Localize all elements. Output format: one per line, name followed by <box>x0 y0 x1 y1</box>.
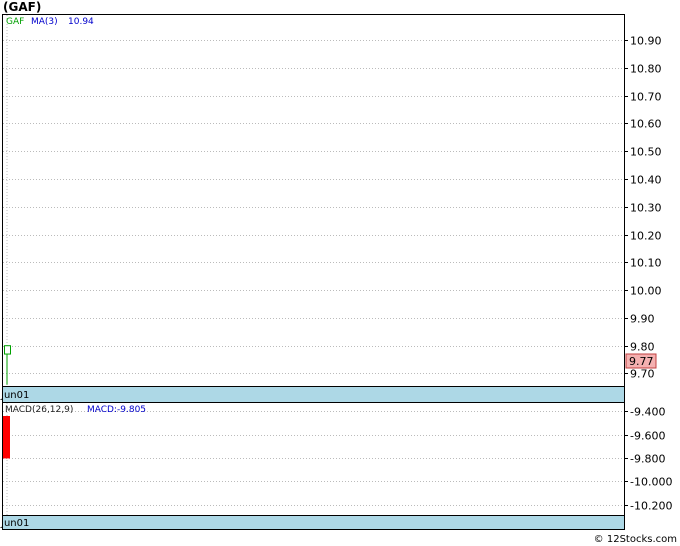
macd-tick-label: -9.600 <box>630 430 665 443</box>
price-tick-label: 10.20 <box>630 230 662 243</box>
price-tick-label: 10.10 <box>630 257 662 270</box>
price-panel <box>2 14 625 403</box>
price-tick-label: 10.80 <box>630 63 662 76</box>
macd-tick-label: -9.800 <box>630 453 665 466</box>
price-tick-label: 9.80 <box>630 341 655 354</box>
macd-value-label: MACD:-9.805 <box>87 405 146 415</box>
price-tick-label: 9.70 <box>630 368 655 381</box>
last-price-value: 9.77 <box>629 355 654 368</box>
price-tick-label: 10.40 <box>630 174 662 187</box>
price-date-label: Jun01 <box>0 390 29 401</box>
price-tick-label: 10.50 <box>630 146 662 159</box>
stock-chart: (GAF) 10.90 10.80 10.70 10.60 10.50 10.40 10.3… <box>0 0 677 545</box>
price-tick-label: 9.90 <box>630 313 655 326</box>
macd-label: MACD(26,12,9) <box>5 405 73 415</box>
macd-date-label: Jun01 <box>0 518 29 529</box>
watermark: © 12Stocks.com <box>594 534 677 545</box>
last-price-tag: 9.77 <box>625 353 657 369</box>
price-candle-body <box>4 345 11 355</box>
macd-tick-label: -10.200 <box>630 500 672 513</box>
macd-bar <box>3 416 10 459</box>
price-date-strip <box>2 386 625 403</box>
ma-label: MA(3) <box>31 17 58 27</box>
price-axis: 10.90 10.80 10.70 10.60 10.50 10.40 10.30 10.20… <box>624 35 662 381</box>
ticker-label: GAF <box>6 17 24 27</box>
macd-date-strip <box>2 515 625 530</box>
price-tick-label: 10.60 <box>630 118 662 131</box>
price-tick-label: 10.70 <box>630 91 662 104</box>
macd-tick-label: -9.400 <box>630 406 665 419</box>
price-tick-label: 10.00 <box>630 285 662 298</box>
macd-tick-label: -10.000 <box>630 476 672 489</box>
ma-value: 10.94 <box>68 17 94 27</box>
price-tick-label: 10.30 <box>630 202 662 215</box>
macd-axis: -9.400 -9.600 -9.800 -10.000 -10.200 <box>624 406 672 513</box>
chart-title: (GAF) <box>3 0 41 14</box>
macd-panel <box>2 402 625 530</box>
price-tick-label: 10.90 <box>630 35 662 48</box>
macd-marks <box>3 416 10 459</box>
